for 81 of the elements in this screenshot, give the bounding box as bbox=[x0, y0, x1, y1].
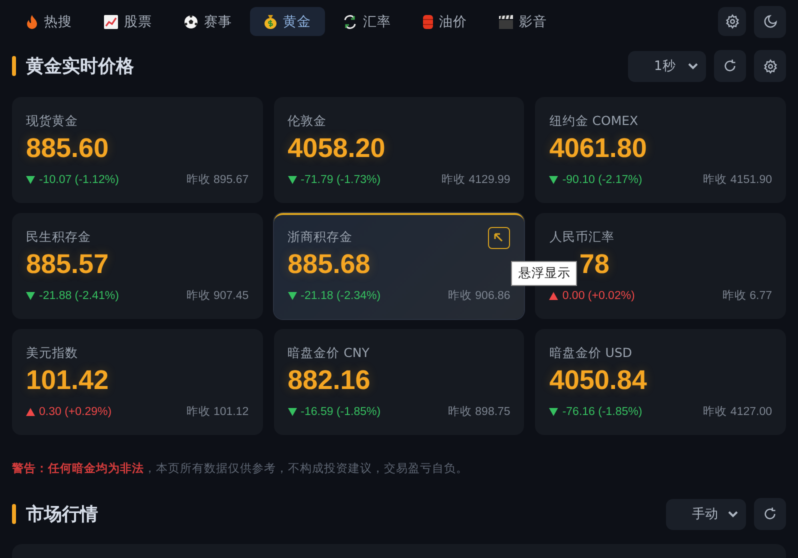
section-marker bbox=[12, 504, 16, 524]
refresh-button[interactable] bbox=[754, 498, 786, 530]
down-triangle-icon bbox=[288, 176, 297, 184]
price-value: 885.68 bbox=[288, 249, 370, 281]
card-name: 伦敦金 bbox=[288, 113, 327, 130]
caret-icon bbox=[728, 510, 738, 518]
clapperboard-icon bbox=[499, 14, 513, 28]
caret-icon bbox=[688, 62, 698, 70]
price-change: -90.10 (-2.17%) bbox=[549, 174, 642, 186]
arrow-icon bbox=[494, 233, 504, 243]
settings-button[interactable] bbox=[718, 7, 746, 36]
theme-button[interactable] bbox=[754, 6, 786, 38]
money-bag-icon bbox=[264, 14, 277, 29]
up-triangle-icon bbox=[26, 408, 35, 416]
card-name: 人民币汇率 bbox=[549, 229, 614, 246]
card-name: 民生积存金 bbox=[26, 229, 91, 246]
nav-tab[interactable]: 汇率 bbox=[329, 7, 405, 36]
up-triangle-icon bbox=[549, 292, 558, 300]
settings-button[interactable] bbox=[754, 50, 786, 82]
price-change: -21.88 (-2.41%) bbox=[26, 290, 119, 302]
down-triangle-icon bbox=[26, 176, 35, 184]
down-triangle-icon bbox=[288, 292, 297, 300]
price-change: -21.18 (-2.34%) bbox=[288, 290, 381, 302]
down-triangle-icon bbox=[549, 408, 558, 416]
interval-select[interactable]: 1秒 bbox=[628, 50, 706, 82]
refresh-button[interactable] bbox=[714, 50, 746, 82]
exchange-icon bbox=[343, 14, 357, 28]
price-change: 0.00 (+0.02%) bbox=[549, 290, 635, 302]
warning-text: 警告：任何暗金均为非法，本页所有数据仅供参考，不构成投资建议，交易盈亏自负。 bbox=[12, 461, 469, 476]
price-value: 101.42 bbox=[26, 365, 109, 397]
section-title: 市场行情 bbox=[26, 503, 99, 526]
price-value: 4061.80 bbox=[549, 133, 647, 165]
card-name: 暗盘金价 CNY bbox=[288, 345, 370, 362]
pin-button[interactable] bbox=[488, 227, 510, 249]
nav-tab[interactable]: 热搜 bbox=[12, 7, 86, 36]
down-triangle-icon bbox=[26, 292, 35, 300]
price-value: 885.57 bbox=[26, 249, 109, 281]
price-value: 882.16 bbox=[288, 365, 370, 397]
nav-tab[interactable]: 赛事 bbox=[170, 7, 246, 36]
previous-close: 昨收 898.75 bbox=[448, 404, 510, 419]
card-name: 浙商积存金 bbox=[288, 229, 353, 246]
price-value: 4058.20 bbox=[288, 133, 386, 165]
previous-close: 昨收 4127.00 bbox=[703, 404, 772, 419]
interval-select[interactable]: 手动 bbox=[666, 498, 746, 530]
previous-close: 昨收 4151.90 bbox=[703, 172, 772, 187]
refresh-icon bbox=[763, 507, 777, 521]
nav-tab[interactable]: 股票 bbox=[90, 7, 166, 36]
flame-icon bbox=[26, 14, 38, 28]
price-change: -10.07 (-1.12%) bbox=[26, 174, 119, 186]
nav-tab[interactable]: 油价 bbox=[409, 7, 481, 36]
card-name: 现货黄金 bbox=[26, 113, 78, 130]
price-value: 78 bbox=[579, 249, 610, 281]
section-marker bbox=[12, 56, 16, 76]
down-triangle-icon bbox=[288, 408, 297, 416]
chart-icon bbox=[104, 14, 118, 28]
card-name: 暗盘金价 USD bbox=[549, 345, 632, 362]
down-triangle-icon bbox=[549, 176, 558, 184]
previous-close: 昨收 895.67 bbox=[186, 172, 249, 187]
refresh-icon bbox=[723, 59, 737, 73]
previous-close: 昨收 6.77 bbox=[722, 288, 772, 303]
previous-close: 昨收 4129.99 bbox=[442, 172, 510, 187]
nav-tab[interactable]: 影音 bbox=[485, 7, 561, 36]
price-value: 885.60 bbox=[26, 133, 109, 165]
previous-close: 昨收 907.45 bbox=[186, 288, 249, 303]
settings-icon bbox=[724, 14, 740, 29]
moon-icon bbox=[762, 14, 778, 29]
barrel-icon bbox=[423, 14, 433, 28]
settings-icon bbox=[762, 58, 778, 74]
price-change: -16.59 (-1.85%) bbox=[288, 406, 381, 418]
tooltip: 悬浮显示 bbox=[511, 261, 578, 286]
previous-close: 昨收 101.12 bbox=[186, 404, 249, 419]
card-name: 纽约金 COMEX bbox=[549, 113, 638, 130]
price-change: -71.79 (-1.73%) bbox=[288, 174, 381, 186]
section-title: 黄金实时价格 bbox=[26, 55, 135, 78]
price-value: 4050.84 bbox=[549, 365, 647, 397]
previous-close: 昨收 906.86 bbox=[448, 288, 510, 303]
price-change: 0.30 (+0.29%) bbox=[26, 406, 112, 418]
soccer-ball-icon bbox=[184, 14, 198, 28]
price-change: -76.16 (-1.85%) bbox=[549, 406, 642, 418]
card-name: 美元指数 bbox=[26, 345, 78, 362]
nav-tab[interactable]: 黄金 bbox=[250, 7, 325, 36]
